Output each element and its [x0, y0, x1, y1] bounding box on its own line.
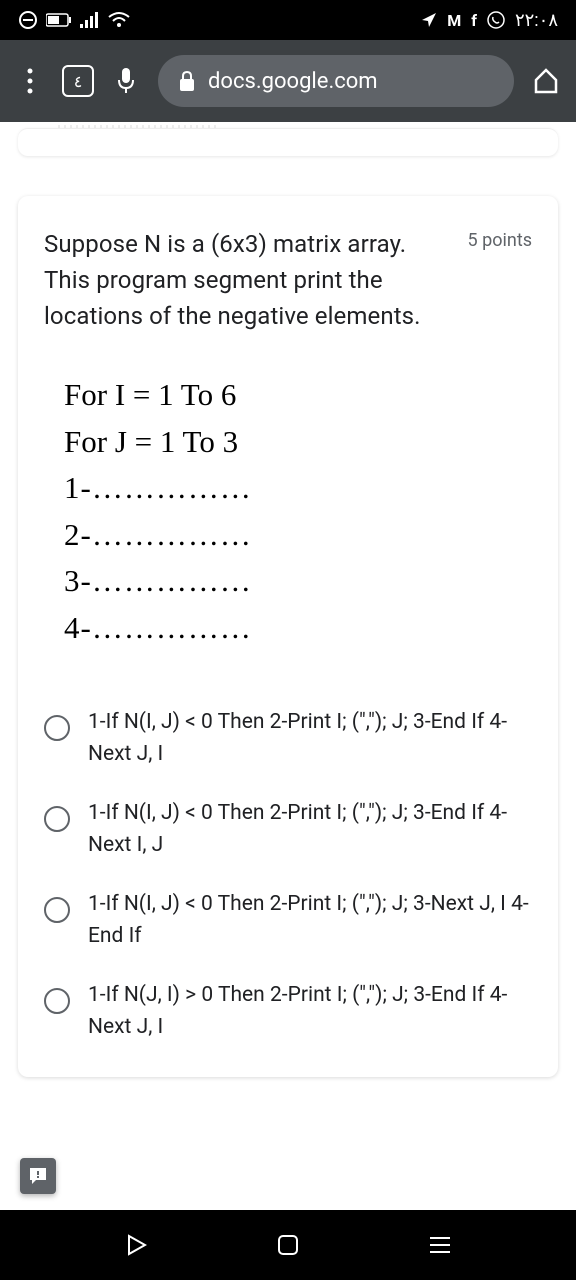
mic-button[interactable] [108, 63, 144, 99]
code-block: For I = 1 To 6 For J = 1 To 3 1-…………… 2-… [44, 372, 532, 651]
option-4[interactable]: 1-If N(J, I) > 0 Then 2-Print I; (","); … [44, 966, 532, 1057]
option-text: 1-If N(I, J) < 0 Then 2-Print I; (","); … [88, 798, 532, 861]
question-card: Suppose N is a (6x3) matrix array. This … [18, 196, 558, 1077]
code-fill-1: 1-…………… [64, 465, 532, 512]
feedback-button[interactable] [20, 1158, 56, 1194]
battery-icon [46, 13, 72, 27]
options-group: 1-If N(I, J) < 0 Then 2-Print I; (","); … [44, 693, 532, 1057]
home-button[interactable] [528, 63, 564, 99]
question-header: Suppose N is a (6x3) matrix array. This … [44, 226, 532, 334]
option-3[interactable]: 1-If N(I, J) < 0 Then 2-Print I; (","); … [44, 875, 532, 966]
code-fill-3: 3-…………… [64, 558, 532, 605]
radio-icon [44, 988, 70, 1014]
code-fill-2: 2-…………… [64, 512, 532, 559]
back-button[interactable] [116, 1225, 156, 1265]
whatsapp-icon [487, 11, 505, 29]
code-line-1: For I = 1 To 6 [64, 372, 532, 419]
code-fill-4: 4-…………… [64, 605, 532, 652]
option-text: 1-If N(I, J) < 0 Then 2-Print I; (","); … [88, 707, 532, 770]
url-text: docs.google.com [208, 69, 494, 94]
chrome-toolbar: ٤ docs.google.com [0, 40, 576, 122]
facebook-icon: f [471, 11, 477, 30]
status-right: M f ٢٢:٠٨ [421, 10, 558, 31]
radio-icon [44, 897, 70, 923]
radio-icon [44, 715, 70, 741]
recents-button[interactable] [420, 1225, 460, 1265]
m-icon: M [447, 11, 461, 30]
android-nav-bar [0, 1210, 576, 1280]
question-text: Suppose N is a (6x3) matrix array. This … [44, 226, 448, 334]
tab-switcher[interactable]: ٤ [62, 65, 94, 97]
url-bar[interactable]: docs.google.com [158, 55, 514, 107]
question-points: 5 points [468, 230, 532, 251]
clock-time: ٢٢:٠٨ [515, 10, 558, 31]
option-text: 1-If N(J, I) > 0 Then 2-Print I; (","); … [88, 980, 532, 1043]
option-text: 1-If N(I, J) < 0 Then 2-Print I; (","); … [88, 889, 532, 952]
code-line-2: For J = 1 To 3 [64, 419, 532, 466]
option-2[interactable]: 1-If N(I, J) < 0 Then 2-Print I; (","); … [44, 784, 532, 875]
tab-count-label: ٤ [74, 72, 83, 91]
option-1[interactable]: 1-If N(I, J) < 0 Then 2-Print I; (","); … [44, 693, 532, 784]
status-left [18, 10, 130, 30]
signal-icon [80, 12, 100, 28]
do-not-disturb-icon [18, 10, 38, 30]
form-content: Suppose N is a (6x3) matrix array. This … [0, 122, 576, 1210]
previous-card-edge [18, 128, 558, 156]
wifi-icon [108, 11, 130, 29]
menu-button[interactable] [12, 63, 48, 99]
location-icon [421, 12, 437, 28]
android-status-bar: M f ٢٢:٠٨ [0, 0, 576, 40]
home-nav-button[interactable] [268, 1225, 308, 1265]
lock-icon [178, 70, 196, 92]
radio-icon [44, 806, 70, 832]
